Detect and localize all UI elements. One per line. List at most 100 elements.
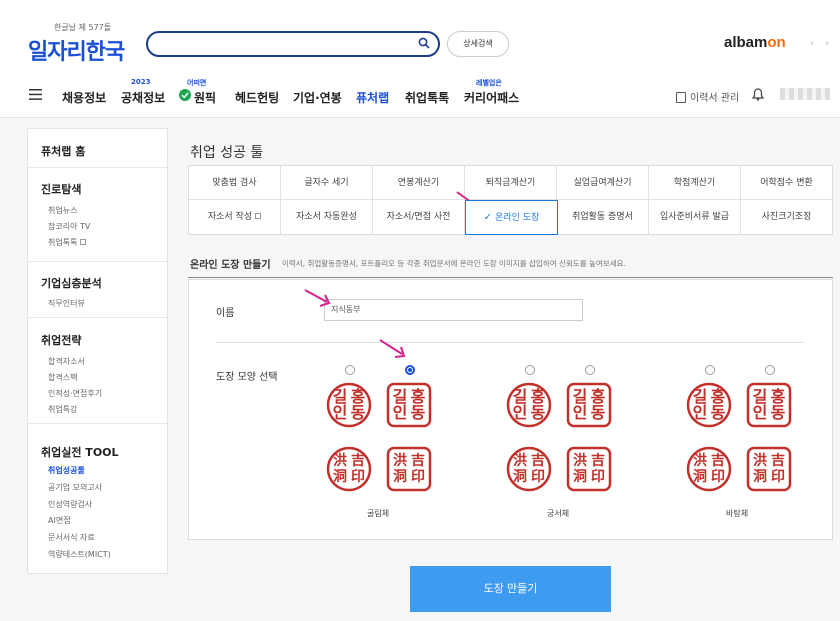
- sidebar-link[interactable]: 합격자소서: [48, 356, 85, 367]
- banner-arrows[interactable]: ‹ ›: [810, 38, 833, 49]
- sidebar-title[interactable]: 취업전략: [41, 332, 81, 348]
- tool-char-count[interactable]: 글자수 세기: [281, 166, 373, 200]
- tool-resume-autocomplete[interactable]: 자소서 자동완성: [281, 200, 373, 234]
- seal-char: 洪: [333, 453, 347, 469]
- seal-char: 吉: [351, 453, 365, 469]
- nav-label: 퓨처랩: [356, 91, 390, 105]
- tool-label: 자소서 작성: [207, 212, 253, 222]
- seal-char: 동: [410, 403, 426, 422]
- sidebar-link[interactable]: 문서서식 자료: [48, 532, 95, 543]
- sidebar-section-strategy: 취업전략 합격자소서 합격스펙 인적성·면접후기 취업특강: [28, 318, 167, 424]
- site-header: 한글날 제 577돌 일자리한국 상세검색 albamon ‹ › 채용정보 2…: [0, 0, 840, 118]
- tool-unemployment-calc[interactable]: 실업급여계산기: [557, 166, 649, 200]
- seal-hangul-square-gungseo[interactable]: 길홍인동: [566, 382, 612, 428]
- name-label: 이름: [216, 308, 235, 319]
- tool-resume-write[interactable]: 자소서 작성: [189, 200, 281, 234]
- seal-char: 洪: [393, 453, 407, 469]
- sidebar-link[interactable]: 직무인터뷰: [48, 298, 85, 309]
- seal-hanja-square-gungseo[interactable]: 洪吉洞印: [566, 446, 612, 492]
- albamon-logo[interactable]: albamon: [724, 34, 786, 51]
- radio-gungseo-square[interactable]: [585, 365, 595, 375]
- tool-label: 온라인 도장: [495, 213, 540, 223]
- sidebar-link-label: 취업톡톡: [48, 238, 78, 247]
- tool-photo-resize[interactable]: 사진크기조정: [741, 200, 832, 234]
- annotation-arrow-icon: [379, 339, 406, 358]
- seal-hanja-round-gulim[interactable]: 洪吉洞印: [326, 446, 372, 492]
- tool-salary-calc[interactable]: 연봉계산기: [373, 166, 465, 200]
- tool-document-issue[interactable]: 입사준비서류 발급: [649, 200, 741, 234]
- seal-hanja-square-gulim[interactable]: 洪吉洞印: [386, 446, 432, 492]
- sidebar-title[interactable]: 취업실전 TOOL: [41, 444, 119, 460]
- seal-char: 印: [351, 469, 365, 485]
- shape-select-label: 도장 모양 선택: [216, 372, 278, 383]
- sidebar-section-company: 기업심층분석 직무인터뷰: [28, 262, 167, 318]
- annotation-arrow-icon: [304, 289, 331, 307]
- nav-label: 원픽: [194, 91, 217, 105]
- sidebar-link[interactable]: 인적성·면접후기: [48, 388, 102, 399]
- seal-char: 洞: [573, 469, 587, 485]
- make-stamp-button[interactable]: 도장 만들기: [410, 566, 611, 612]
- sidebar-link-active[interactable]: 취업성공툴: [48, 465, 85, 476]
- seal-hangul-round-gulim[interactable]: 길홍인동: [326, 382, 372, 428]
- sidebar-link[interactable]: 합격스펙: [48, 372, 77, 383]
- section-header: 온라인 도장 만들기 이력서, 취업활동증명서, 포트폴리오 등 각종 취업문서…: [188, 254, 833, 278]
- seal-char: 洞: [333, 469, 347, 485]
- radio-batang-square[interactable]: [765, 365, 775, 375]
- seal-hanja-round-batang[interactable]: 洪吉洞印: [686, 446, 732, 492]
- profile-avatar[interactable]: [780, 88, 830, 100]
- tool-gpa-calc[interactable]: 학점계산기: [649, 166, 741, 200]
- seal-hanja-square-batang[interactable]: 洪吉洞印: [746, 446, 792, 492]
- seal-char: 洪: [753, 453, 767, 469]
- nav-label: 취업톡톡: [405, 91, 450, 105]
- name-input[interactable]: 지식동부: [324, 299, 583, 321]
- seal-hangul-square-gulim[interactable]: 길홍인동: [386, 382, 432, 428]
- sidebar-link-with-external[interactable]: 취업톡톡: [48, 237, 87, 248]
- external-link-icon: [255, 213, 262, 219]
- bell-icon[interactable]: [752, 88, 764, 101]
- search-icon[interactable]: [418, 37, 430, 49]
- seal-char: 동: [350, 403, 366, 422]
- seal-char: 吉: [531, 453, 545, 469]
- sidebar-link[interactable]: 인성역량검사: [48, 499, 92, 510]
- radio-batang-circle[interactable]: [705, 365, 715, 375]
- hamburger-menu-icon[interactable]: [29, 89, 42, 100]
- sidebar-link[interactable]: 잡코리아 TV: [48, 221, 90, 232]
- tool-interview-dictionary[interactable]: 자소서/면접 사전: [373, 200, 465, 234]
- sidebar-title[interactable]: 기업심층분석: [41, 275, 102, 291]
- sidebar: 퓨처랩 홈 진로탐색 취업뉴스 잡코리아 TV 취업톡톡 기업심층분석 직무인터…: [27, 128, 168, 574]
- advanced-search-button[interactable]: 상세검색: [447, 31, 509, 57]
- radio-gulim-square[interactable]: [405, 365, 415, 375]
- sidebar-link[interactable]: AI면접: [48, 515, 71, 526]
- check-badge-icon: [179, 89, 191, 103]
- resume-manage-link[interactable]: 이력서 관리: [676, 89, 739, 104]
- tool-spell-check[interactable]: 맞춤법 검사: [189, 166, 281, 200]
- sidebar-section-tool: 취업실전 TOOL 취업성공툴 공기업 모의고사 인성역량검사 AI면접 문서서…: [28, 424, 167, 573]
- seal-char: 동: [710, 403, 726, 422]
- search-input[interactable]: [160, 36, 410, 52]
- seal-hangul-round-batang[interactable]: 길홍인동: [686, 382, 732, 428]
- radio-gungseo-circle[interactable]: [525, 365, 535, 375]
- sidebar-title[interactable]: 퓨처랩 홈: [41, 143, 85, 159]
- tool-activity-certificate[interactable]: 취업활동 증명서: [557, 200, 649, 234]
- sidebar-title[interactable]: 진로탐색: [41, 181, 81, 197]
- sidebar-link[interactable]: 공기업 모의고사: [48, 482, 102, 493]
- seal-char: 洞: [693, 469, 707, 485]
- seal-char: 印: [711, 469, 725, 485]
- sidebar-link[interactable]: 역량테스트(MICT): [48, 549, 111, 560]
- sidebar-link[interactable]: 취업뉴스: [48, 205, 77, 216]
- seal-hanja-round-gungseo[interactable]: 洪吉洞印: [506, 446, 552, 492]
- seal-char: 吉: [411, 453, 425, 469]
- seal-char: 洞: [753, 469, 767, 485]
- seal-char: 洪: [693, 453, 707, 469]
- seal-hangul-square-batang[interactable]: 길홍인동: [746, 382, 792, 428]
- seal-hangul-round-gungseo[interactable]: 길홍인동: [506, 382, 552, 428]
- seal-char: 인: [752, 403, 768, 422]
- section-title: 온라인 도장 만들기: [190, 260, 271, 271]
- tool-language-score[interactable]: 어학점수 변환: [741, 166, 832, 200]
- tool-grid: 맞춤법 검사 글자수 세기 연봉계산기 퇴직금계산기 실업급여계산기 학점계산기…: [188, 165, 833, 235]
- radio-gulim-circle[interactable]: [345, 365, 355, 375]
- sidebar-link[interactable]: 취업특강: [48, 404, 77, 415]
- logo-text[interactable]: 일자리한국: [28, 34, 125, 66]
- nav-label: 채용정보: [62, 91, 107, 105]
- tool-online-stamp[interactable]: ✓ 온라인 도장: [465, 200, 558, 235]
